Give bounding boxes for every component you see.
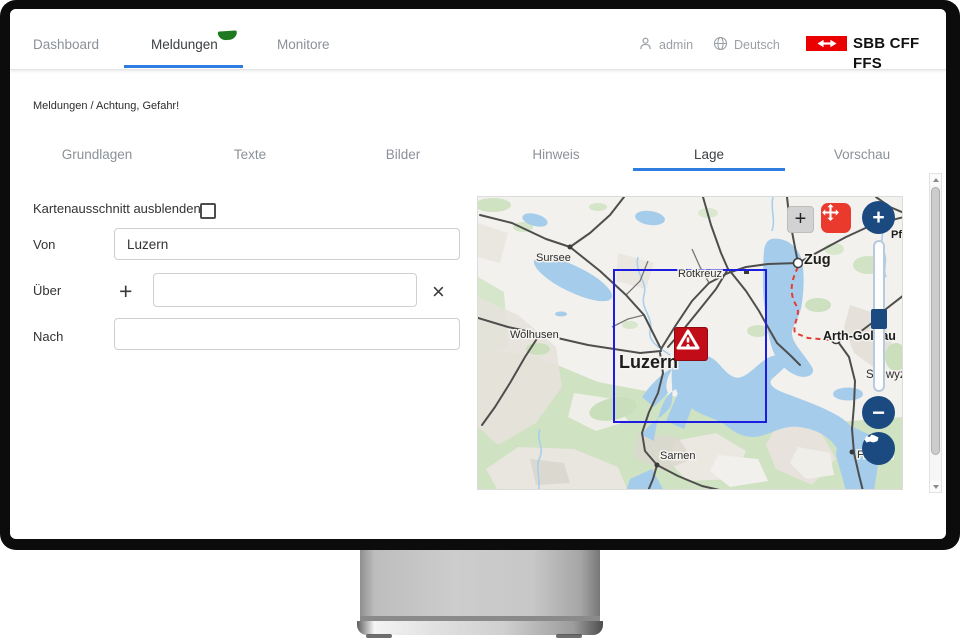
nav-dashboard[interactable]: Dashboard xyxy=(33,35,99,55)
language-menu[interactable]: Deutsch xyxy=(734,35,780,55)
breadcrumb: Meldungen / Achtung, Gefahr! xyxy=(33,100,179,112)
uber-label: Über xyxy=(33,283,61,299)
user-icon xyxy=(638,36,653,51)
nav-active-underline xyxy=(124,65,243,68)
map-label-zug: Zug xyxy=(804,252,831,268)
scroll-down-icon xyxy=(933,485,939,489)
zoom-out-button[interactable]: − xyxy=(862,396,895,429)
map-label-rotkreuz: Rotkreuz xyxy=(678,268,722,280)
uber-input[interactable] xyxy=(153,273,417,307)
scroll-down-button[interactable] xyxy=(930,481,941,492)
von-input[interactable] xyxy=(114,228,460,260)
globe-icon xyxy=(713,36,728,51)
map-label-wolhusen: Wolhusen xyxy=(510,329,559,341)
reset-extent-button[interactable] xyxy=(862,432,895,465)
nach-input[interactable] xyxy=(114,318,460,350)
map-label-luzern: Luzern xyxy=(619,352,678,372)
map-canvas[interactable]: Sursee Rotkreuz Zug Wolhusen Luzern Arth… xyxy=(477,196,903,490)
sbb-logo-flag xyxy=(806,36,847,51)
scroll-up-button[interactable] xyxy=(930,174,941,185)
nav-monitore[interactable]: Monitore xyxy=(277,35,330,55)
meldungen-badge-icon xyxy=(218,30,238,40)
tab-grundlagen[interactable]: Grundlagen xyxy=(21,145,173,165)
map-label-sursee: Sursee xyxy=(536,252,571,264)
app-header: Dashboard Meldungen Monitore admin Deuts… xyxy=(10,9,946,70)
map-label-sarnen: Sarnen xyxy=(660,450,695,462)
monitor-stand-neck xyxy=(360,548,600,622)
sbb-double-arrow-icon xyxy=(812,38,842,49)
page-scrollbar[interactable] xyxy=(929,173,942,493)
hide-map-checkbox[interactable] xyxy=(200,203,216,219)
base-layer-button[interactable]: + xyxy=(787,206,814,233)
tab-lage[interactable]: Lage xyxy=(633,145,785,165)
tab-hinweis[interactable]: Hinweis xyxy=(480,145,632,165)
map-label-pfaeffikon: Pfäffikon xyxy=(891,229,903,241)
tab-vorschau[interactable]: Vorschau xyxy=(786,145,938,165)
sbb-brand-text: SBB CFF FFS xyxy=(853,34,946,54)
move-arrows-icon xyxy=(821,203,840,222)
move-mode-button[interactable] xyxy=(821,203,851,233)
warning-triangle-icon xyxy=(675,328,701,352)
nach-label: Nach xyxy=(33,329,63,345)
user-menu[interactable]: admin xyxy=(659,35,693,55)
warning-marker[interactable] xyxy=(674,327,708,361)
monitor-foot-left xyxy=(366,634,392,638)
screen: Dashboard Meldungen Monitore admin Deuts… xyxy=(10,9,946,539)
tab-bilder[interactable]: Bilder xyxy=(327,145,479,165)
add-via-button[interactable]: + xyxy=(119,280,132,303)
scroll-up-icon xyxy=(933,178,939,182)
tab-texte[interactable]: Texte xyxy=(174,145,326,165)
von-label: Von xyxy=(33,237,55,253)
clear-via-button[interactable]: × xyxy=(432,281,445,303)
monitor-foot-right xyxy=(556,634,582,638)
switzerland-icon xyxy=(862,432,881,445)
zoom-slider-handle[interactable] xyxy=(871,309,887,329)
zoom-in-button[interactable]: + xyxy=(862,201,895,234)
scrollbar-thumb[interactable] xyxy=(931,187,940,455)
nav-meldungen[interactable]: Meldungen xyxy=(151,35,218,55)
hide-map-label: Kartenausschnitt ausblenden xyxy=(33,201,201,217)
monitor-stand-base xyxy=(357,621,603,635)
screenshot-canvas: Dashboard Meldungen Monitore admin Deuts… xyxy=(0,0,960,638)
tab-active-underline xyxy=(633,168,785,171)
